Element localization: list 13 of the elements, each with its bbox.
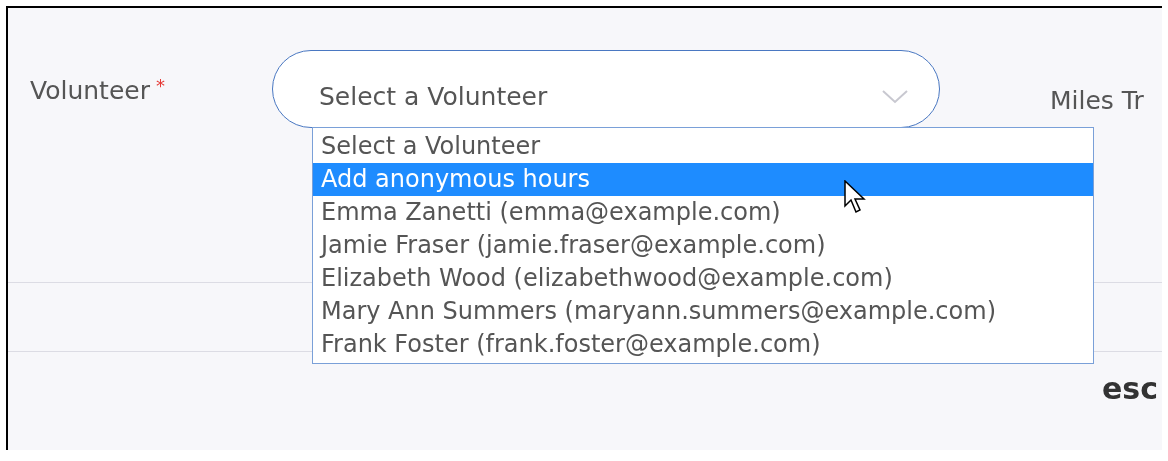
dropdown-option[interactable]: Elizabeth Wood (elizabethwood@example.com) [313,262,1093,295]
dropdown-option[interactable]: Frank Foster (frank.foster@example.com) [313,328,1093,361]
dropdown-option[interactable]: Emma Zanetti (emma@example.com) [313,196,1093,229]
field-label: Miles Tr [1050,85,1144,117]
dropdown-option[interactable]: Mary Ann Summers (maryann.summers@example.com) [313,295,1093,328]
volunteer-select[interactable]: Select a Volunteer [272,50,940,128]
field-label: Volunteer [30,75,150,107]
required-mark: * [155,74,165,98]
mouse-pointer-icon [844,180,866,214]
dropdown-option[interactable]: Select a Volunteer [313,130,1093,163]
dropdown-option[interactable]: Jamie Fraser (jamie.fraser@example.com) [313,229,1093,262]
section-heading: esc [1102,370,1158,408]
chevron-down-icon [881,89,909,105]
